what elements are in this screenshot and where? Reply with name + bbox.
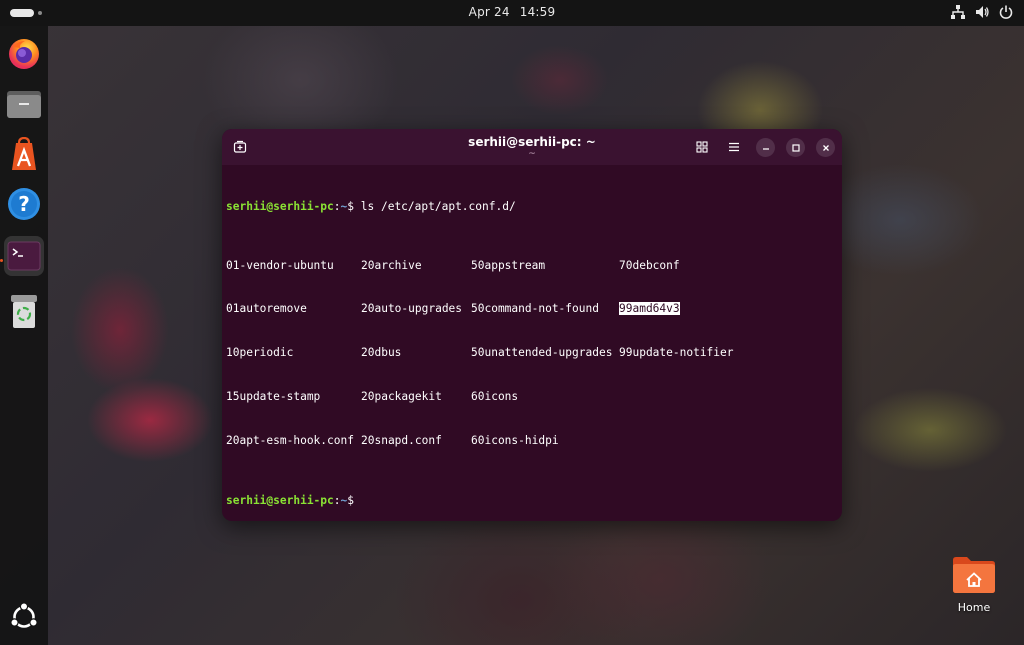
file-entry: 20snapd.conf <box>361 433 442 447</box>
file-entry: 50appstream <box>471 258 546 272</box>
prompt-separator: : <box>333 494 341 508</box>
help-icon: ? <box>8 188 40 220</box>
file-entry: 70debconf <box>619 258 680 272</box>
close-button[interactable] <box>816 138 835 157</box>
home-folder-label: Home <box>957 601 991 614</box>
trash-icon <box>11 295 37 328</box>
system-tray[interactable] <box>950 4 1014 20</box>
grid-icon <box>696 141 708 153</box>
dock-item-files[interactable] <box>4 84 44 124</box>
window-title: serhii@serhii-pc: ~ <box>468 135 596 149</box>
window-subtitle: ~ <box>528 149 536 159</box>
file-entry: 60icons <box>471 389 519 403</box>
dock: ? <box>0 26 48 645</box>
prompt-user: serhii@serhii-pc <box>226 200 334 214</box>
clock-time: 14:59 <box>519 5 556 19</box>
minimize-button[interactable] <box>756 138 775 157</box>
file-entry: 15update-stamp <box>226 389 321 403</box>
running-indicator <box>0 259 3 262</box>
prompt-separator: : <box>333 200 341 214</box>
file-entry: 50command-not-found <box>471 302 599 316</box>
file-entry: 99update-notifier <box>619 346 734 360</box>
firefox-icon <box>9 39 39 69</box>
output-row: 20apt-esm-hook.conf 20snapd.conf 60icons-h… <box>226 434 838 449</box>
dock-item-firefox[interactable] <box>4 34 44 74</box>
prompt-line: serhii@serhii-pc:~$ <box>226 492 838 507</box>
file-entry-highlighted: 99amd64v3 <box>619 302 739 317</box>
dock-item-help[interactable]: ? <box>4 184 44 224</box>
file-entry: 01-vendor-ubuntu <box>226 258 334 272</box>
file-entry: 20auto-upgrades <box>361 302 463 316</box>
output-row: 01-vendor-ubuntu 20archive 50appstream 70de… <box>226 259 838 274</box>
prompt-symbol: $ <box>347 494 355 508</box>
terminal-icon <box>7 241 41 271</box>
terminal-titlebar[interactable]: serhii@serhii-pc: ~ ~ <box>222 129 842 165</box>
file-entry: 60icons-hidpi <box>471 433 559 447</box>
file-entry: 50unattended-upgrades <box>471 346 613 360</box>
dock-item-terminal[interactable] <box>4 236 44 276</box>
clock[interactable]: Apr 24 14:59 <box>0 5 1024 19</box>
output-row: 15update-stamp 20packagekit 60icons <box>226 390 838 405</box>
file-entry: 10periodic <box>226 346 294 360</box>
text-cursor <box>354 492 361 504</box>
hamburger-menu-icon <box>729 142 739 152</box>
top-bar: Apr 24 14:59 <box>0 0 1024 26</box>
file-entry: 01autoremove <box>226 302 307 316</box>
terminal-output[interactable]: serhii@serhii-pc:~$ ls /etc/apt/apt.conf… <box>226 171 838 517</box>
app-center-icon <box>12 137 36 170</box>
files-icon <box>7 91 41 118</box>
highlighted-file: 99amd64v3 <box>619 302 680 316</box>
dock-item-trash[interactable] <box>4 291 44 331</box>
command-text: ls /etc/apt/apt.conf.d/ <box>354 200 516 214</box>
output-row: 01autoremove 20auto-upgrades 50command-not… <box>226 302 838 317</box>
desktop-home-folder[interactable]: Home <box>944 552 1004 622</box>
file-entry: 20apt-esm-hook.conf <box>226 433 354 447</box>
network-icon <box>951 5 965 19</box>
minimize-icon <box>762 147 769 150</box>
clock-date: Apr 24 <box>468 5 510 19</box>
file-entry: 20archive <box>361 258 422 272</box>
svg-text:?: ? <box>18 192 30 216</box>
volume-icon <box>976 6 989 18</box>
tab-overview-button[interactable] <box>692 137 712 157</box>
menu-button[interactable] <box>724 137 744 157</box>
close-icon <box>822 144 829 151</box>
file-entry: 20packagekit <box>361 389 442 403</box>
output-row: 10periodic 20dbus 50unattended-upgrades 99u… <box>226 346 838 361</box>
maximize-icon <box>791 143 800 152</box>
home-folder-icon <box>953 557 995 593</box>
ubuntu-logo-icon <box>10 602 38 628</box>
command-line: serhii@serhii-pc:~$ ls /etc/apt/apt.conf… <box>226 200 838 215</box>
maximize-button[interactable] <box>786 138 805 157</box>
show-apps-button[interactable] <box>4 597 44 637</box>
file-entry: 20dbus <box>361 346 402 360</box>
power-icon <box>999 5 1013 19</box>
terminal-window[interactable]: serhii@serhii-pc: ~ ~ serhii@serhii-pc:~… <box>222 129 842 521</box>
dock-item-app-center[interactable] <box>4 134 44 174</box>
prompt-user: serhii@serhii-pc <box>226 494 334 508</box>
